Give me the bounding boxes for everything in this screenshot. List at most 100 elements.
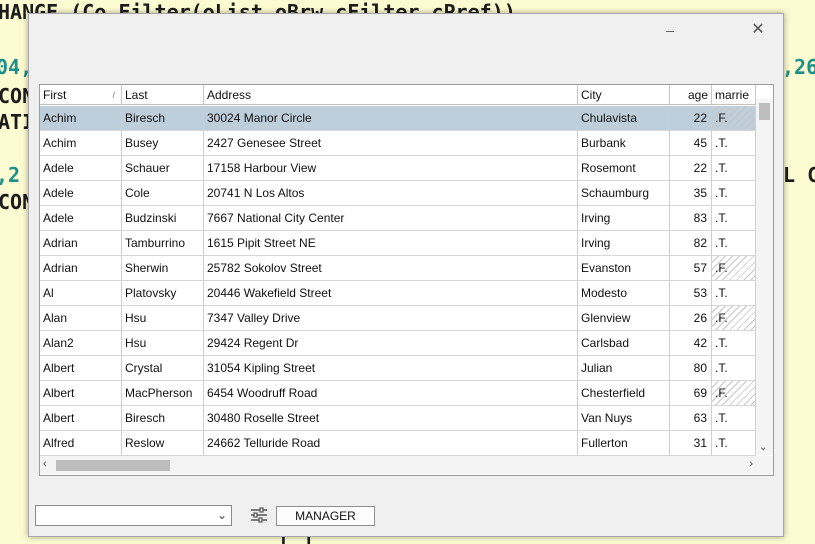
close-icon[interactable]: ✕ [746,20,770,40]
cell-married[interactable]: .T. [712,206,756,231]
cell-married[interactable]: .T. [712,281,756,306]
cell-last[interactable]: Busey [122,131,204,156]
cell-city[interactable]: Schaumburg [578,181,670,206]
horizontal-scrollbar[interactable]: ‹ › [40,456,756,474]
cell-married[interactable]: .T. [712,131,756,156]
cell-city[interactable]: Carlsbad [578,331,670,356]
cell-last[interactable]: Cole [122,181,204,206]
cell-last[interactable]: Reslow [122,431,204,456]
cell-city[interactable]: Chesterfield [578,381,670,406]
cell-age[interactable]: 22 [670,106,712,131]
table-row[interactable]: Adrian Tamburrino 1615 Pipit Street NE Irvi… [40,231,756,256]
table-row[interactable]: Alan Hsu 7347 Valley Drive Glenview 26 .F. [40,306,756,331]
cell-city[interactable]: Julian [578,356,670,381]
cell-first[interactable]: Adrian [40,256,122,281]
cell-first[interactable]: Adele [40,206,122,231]
cell-first[interactable]: Al [40,281,122,306]
table-row[interactable]: Adrian Sherwin 25782 Sokolov Street Evansto… [40,256,756,281]
horizontal-scroll-thumb[interactable] [56,460,170,471]
cell-married[interactable]: .F. [712,256,756,281]
column-header-married[interactable]: marrie [712,85,756,105]
cell-last[interactable]: Crystal [122,356,204,381]
cell-first[interactable]: Achim [40,131,122,156]
table-row[interactable]: Achim Biresch 30024 Manor Circle Chulavista… [40,106,756,131]
cell-city[interactable]: Irving [578,231,670,256]
cell-age[interactable]: 45 [670,131,712,156]
cell-address[interactable]: 6454 Woodruff Road [204,381,578,406]
cell-address[interactable]: 25782 Sokolov Street [204,256,578,281]
cell-age[interactable]: 35 [670,181,712,206]
cell-address[interactable]: 20741 N Los Altos [204,181,578,206]
cell-address[interactable]: 30480 Roselle Street [204,406,578,431]
table-row[interactable]: Adele Cole 20741 N Los Altos Schaumburg 35 .T… [40,181,756,206]
scroll-left-icon[interactable]: ‹ [43,458,47,470]
cell-last[interactable]: Schauer [122,156,204,181]
table-row[interactable]: Adele Schauer 17158 Harbour View Rosemont 22… [40,156,756,181]
cell-city[interactable]: Chulavista [578,106,670,131]
cell-city[interactable]: Fullerton [578,431,670,456]
cell-married[interactable]: .T. [712,181,756,206]
cell-married[interactable]: .F. [712,381,756,406]
cell-city[interactable]: Rosemont [578,156,670,181]
cell-city[interactable]: Glenview [578,306,670,331]
scroll-down-icon[interactable]: ⌄ [759,442,767,453]
cell-first[interactable]: Alfred [40,431,122,456]
cell-first[interactable]: Alan2 [40,331,122,356]
cell-city[interactable]: Burbank [578,131,670,156]
cell-city[interactable]: Van Nuys [578,406,670,431]
cell-first[interactable]: Adele [40,156,122,181]
table-row[interactable]: Albert Crystal 31054 Kipling Street Julian 8… [40,356,756,381]
cell-city[interactable]: Modesto [578,281,670,306]
cell-first[interactable]: Albert [40,406,122,431]
cell-address[interactable]: 20446 Wakefield Street [204,281,578,306]
column-header-address[interactable]: Address [204,85,578,105]
cell-married[interactable]: .T. [712,331,756,356]
cell-last[interactable]: Biresch [122,406,204,431]
cell-city[interactable]: Irving [578,206,670,231]
sliders-icon[interactable] [250,507,268,523]
cell-address[interactable]: 29424 Regent Dr [204,331,578,356]
scroll-right-icon[interactable]: › [749,458,753,470]
table-row[interactable]: Adele Budzinski 7667 National City Center I… [40,206,756,231]
cell-last[interactable]: Budzinski [122,206,204,231]
table-row[interactable]: Alfred Reslow 24662 Telluride Road Fullerto… [40,431,756,456]
cell-married[interactable]: .F. [712,306,756,331]
cell-address[interactable]: 24662 Telluride Road [204,431,578,456]
cell-last[interactable]: Platovsky [122,281,204,306]
table-row[interactable]: Albert Biresch 30480 Roselle Street Van Nuy… [40,406,756,431]
minimize-icon[interactable]: – [658,20,682,40]
cell-married[interactable]: .T. [712,231,756,256]
column-header-last[interactable]: Last [122,85,204,105]
cell-first[interactable]: Adrian [40,231,122,256]
cell-last[interactable]: Tamburrino [122,231,204,256]
table-row[interactable]: Al Platovsky 20446 Wakefield Street Modesto… [40,281,756,306]
cell-age[interactable]: 53 [670,281,712,306]
cell-address[interactable]: 7667 National City Center [204,206,578,231]
cell-address[interactable]: 2427 Genesee Street [204,131,578,156]
cell-last[interactable]: Sherwin [122,256,204,281]
table-row[interactable]: Achim Busey 2427 Genesee Street Burbank 45 .T… [40,131,756,156]
cell-address[interactable]: 17158 Harbour View [204,156,578,181]
cell-age[interactable]: 82 [670,231,712,256]
cell-last[interactable]: Hsu [122,331,204,356]
table-row[interactable]: Albert MacPherson 6454 Woodruff Road Cheste… [40,381,756,406]
cell-first[interactable]: Adele [40,181,122,206]
cell-first[interactable]: Albert [40,381,122,406]
cell-address[interactable]: 31054 Kipling Street [204,356,578,381]
chevron-down-icon[interactable]: ⌄ [217,508,227,522]
cell-city[interactable]: Evanston [578,256,670,281]
cell-married[interactable]: .F. [712,106,756,131]
cell-age[interactable]: 57 [670,256,712,281]
cell-age[interactable]: 26 [670,306,712,331]
cell-first[interactable]: Albert [40,356,122,381]
cell-married[interactable]: .T. [712,406,756,431]
cell-married[interactable]: .T. [712,156,756,181]
manager-button[interactable]: MANAGER [276,506,375,526]
cell-age[interactable]: 80 [670,356,712,381]
cell-age[interactable]: 63 [670,406,712,431]
cell-age[interactable]: 69 [670,381,712,406]
cell-address[interactable]: 7347 Valley Drive [204,306,578,331]
column-header-city[interactable]: City [578,85,670,105]
cell-age[interactable]: 22 [670,156,712,181]
cell-address[interactable]: 1615 Pipit Street NE [204,231,578,256]
